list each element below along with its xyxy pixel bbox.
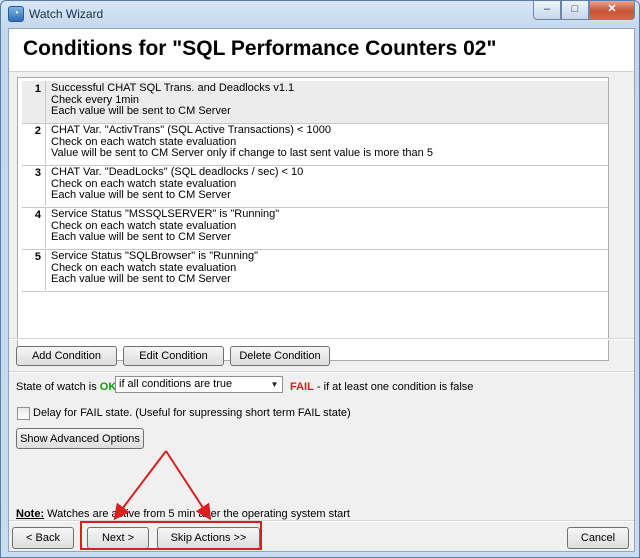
fail-suffix: - if at least one condition is false xyxy=(313,381,474,393)
close-icon[interactable]: ✕ xyxy=(589,1,635,20)
watch-wizard-window: ◔ Watch Wizard – □ ✕ Conditions for "SQL… xyxy=(0,0,640,558)
condition-text: Service Status "MSSQLSERVER" is "Running… xyxy=(51,208,280,244)
condition-line: Service Status "SQLBrowser" is "Running" xyxy=(51,250,258,262)
condition-row-3[interactable]: 3 CHAT Var. "DeadLocks" (SQL deadlocks /… xyxy=(22,165,608,208)
condition-text: CHAT Var. "DeadLocks" (SQL deadlocks / s… xyxy=(51,166,304,202)
note-label: Note: xyxy=(16,508,45,520)
condition-line: Each value will be sent to CM Server xyxy=(51,189,231,201)
condition-text: Service Status "SQLBrowser" is "Running"… xyxy=(51,250,258,286)
condition-line: Service Status "MSSQLSERVER" is "Running… xyxy=(51,208,280,220)
condition-row-4[interactable]: 4 Service Status "MSSQLSERVER" is "Runni… xyxy=(22,207,608,250)
condition-line: CHAT Var. "DeadLocks" (SQL deadlocks / s… xyxy=(51,166,304,178)
condition-row-5[interactable]: 5 Service Status "SQLBrowser" is "Runnin… xyxy=(22,249,608,292)
condition-row-1[interactable]: 1 Successful CHAT SQL Trans. and Deadloc… xyxy=(22,81,608,124)
delay-fail-label: Delay for FAIL state. (Useful for supres… xyxy=(33,407,351,419)
condition-line: Value will be sent to CM Server only if … xyxy=(51,147,433,159)
watch-state-label: State of watch is OK xyxy=(16,381,116,393)
condition-line: Each value will be sent to CM Server xyxy=(51,273,231,285)
condition-row-2[interactable]: 2 CHAT Var. "ActivTrans" (SQL Active Tra… xyxy=(22,123,608,166)
condition-line: CHAT Var. "ActivTrans" (SQL Active Trans… xyxy=(51,124,331,136)
wizard-app-icon: ◔ xyxy=(8,6,24,22)
chevron-down-icon[interactable]: ▼ xyxy=(267,377,282,392)
ok-label: OK xyxy=(99,381,117,393)
window-title: Watch Wizard xyxy=(29,7,104,21)
condition-number: 5 xyxy=(22,249,46,290)
wizard-header: Conditions for "SQL Performance Counters… xyxy=(9,29,634,72)
condition-number: 4 xyxy=(22,207,46,248)
divider xyxy=(9,371,634,373)
note-body: Watches are active from 5 min after the … xyxy=(44,508,350,520)
page-title: Conditions for "SQL Performance Counters… xyxy=(23,37,497,60)
caption-buttons: – □ ✕ xyxy=(533,1,635,20)
minimize-icon[interactable]: – xyxy=(533,1,561,20)
cancel-button[interactable]: Cancel xyxy=(567,527,629,549)
conditions-list[interactable]: 1 Successful CHAT SQL Trans. and Deadloc… xyxy=(17,77,609,361)
condition-number: 2 xyxy=(22,123,46,164)
condition-line: Successful CHAT SQL Trans. and Deadlocks… xyxy=(51,82,295,94)
note-text: Note: Watches are active from 5 min afte… xyxy=(16,508,350,520)
fail-state-label: FAIL - if at least one condition is fals… xyxy=(290,381,473,393)
annotation-highlight-box xyxy=(80,521,262,550)
state-condition-value: if all conditions are true xyxy=(119,378,233,390)
condition-line: Each value will be sent to CM Server xyxy=(51,231,231,243)
delay-fail-checkbox[interactable] xyxy=(17,407,30,420)
edit-condition-button[interactable]: Edit Condition xyxy=(123,346,224,366)
add-condition-button[interactable]: Add Condition xyxy=(16,346,117,366)
title-bar[interactable]: ◔ Watch Wizard – □ ✕ xyxy=(1,1,639,27)
condition-text: Successful CHAT SQL Trans. and Deadlocks… xyxy=(51,82,295,118)
maximize-icon[interactable]: □ xyxy=(561,1,589,20)
wizard-client-area: Conditions for "SQL Performance Counters… xyxy=(8,28,635,552)
state-prefix: State of watch is xyxy=(16,381,97,393)
condition-text: CHAT Var. "ActivTrans" (SQL Active Trans… xyxy=(51,124,433,160)
condition-number: 1 xyxy=(22,81,46,122)
state-condition-select[interactable]: if all conditions are true ▼ xyxy=(115,376,283,393)
condition-number: 3 xyxy=(22,165,46,206)
show-advanced-options-button[interactable]: Show Advanced Options xyxy=(16,428,144,449)
condition-line: Each value will be sent to CM Server xyxy=(51,105,231,117)
fail-label: FAIL xyxy=(290,381,314,393)
divider xyxy=(9,338,634,340)
delete-condition-button[interactable]: Delete Condition xyxy=(230,346,330,366)
back-button[interactable]: < Back xyxy=(12,527,74,549)
